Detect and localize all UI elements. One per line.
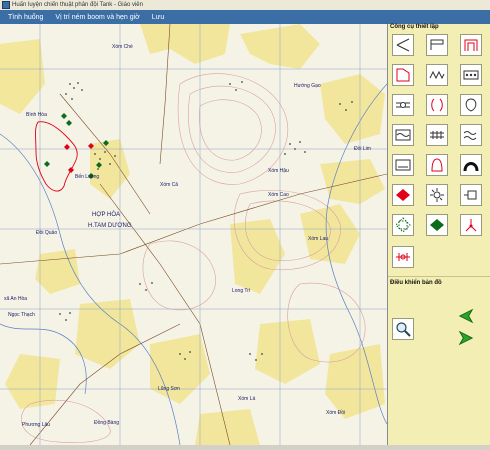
tool-zigzag[interactable] [426, 64, 448, 86]
map-label: xã An Hòa [4, 296, 27, 302]
ladder-icon [430, 131, 444, 139]
corner-flag-red-icon [396, 68, 410, 82]
green-diamond-marker[interactable] [61, 113, 67, 119]
map-view[interactable]: Bình Hòa Bến Luông HỢP HÒA H.TAM DƯƠNG Đ… [0, 24, 388, 445]
pan-left-button[interactable] [458, 308, 474, 324]
map-label: Xóm Hậu [268, 168, 289, 174]
tool-gear-unit[interactable] [426, 184, 448, 206]
green-diamond-marker[interactable] [66, 120, 72, 126]
tool-triangle-flag[interactable] [392, 34, 414, 56]
tool-line-circles[interactable] [392, 94, 414, 116]
map-label: Ngọc Thạch [8, 312, 35, 318]
tool-green-diamond[interactable] [426, 214, 448, 236]
gate-red-icon [464, 39, 478, 51]
exercise-area-outline[interactable] [35, 121, 78, 192]
map-label: H.TAM DƯƠNG [88, 223, 132, 229]
tool-bell-red[interactable] [426, 154, 448, 176]
loop-icon [465, 98, 477, 112]
crossed-line-red-icon [396, 253, 410, 261]
map-controls-title: Điều khiển bản đồ [390, 280, 442, 286]
triangle-flag-icon [396, 38, 410, 52]
menu-bar: Tình huống Vị trí ném boom và hẹn giờ Lư… [0, 10, 490, 24]
tool-tripod-red[interactable] [460, 214, 482, 236]
topographic-map[interactable]: Bình Hòa Bến Luông HỢP HÒA H.TAM DƯƠNG Đ… [0, 24, 387, 445]
map-label: Xóm Đồi [326, 410, 345, 416]
tool-wave-box[interactable] [392, 124, 414, 146]
dotted-square-icon [395, 217, 411, 233]
tool-box-line[interactable] [392, 154, 414, 176]
bracket-box-icon [464, 190, 477, 200]
map-label: Đồi Quảo [36, 230, 57, 236]
map-label: Xóm Cao [268, 192, 289, 198]
map-label: Hướng Gạo [294, 83, 321, 89]
map-vegetation [0, 24, 385, 445]
menu-bomb-position-timer[interactable]: Vị trí ném boom và hẹn giờ [55, 14, 139, 21]
tripod-red-icon [465, 219, 477, 232]
red-diamond-marker[interactable] [68, 167, 74, 173]
menu-save[interactable]: Lưu [152, 14, 164, 21]
tools-title: Công cụ thiết lập [390, 24, 439, 30]
tool-dots-box[interactable] [460, 64, 482, 86]
zoom-button[interactable] [392, 318, 414, 340]
map-label: Xóm Lau [308, 236, 328, 242]
tool-arch[interactable] [460, 154, 482, 176]
bell-red-icon [431, 158, 443, 172]
tool-corner-flag-red[interactable] [392, 64, 414, 86]
tool-gate-red[interactable] [460, 34, 482, 56]
map-label: Đồi Lim [354, 146, 371, 152]
red-diamond-icon [396, 189, 410, 201]
pan-right-button[interactable] [458, 330, 474, 346]
status-bar [0, 445, 490, 450]
map-label: Lũng Sơn [158, 386, 180, 392]
tool-bracket-box[interactable] [460, 184, 482, 206]
map-label: Đồng Bàng [94, 420, 119, 426]
map-label: Phương Lâu [22, 422, 50, 428]
tool-crossed-line-red[interactable] [392, 246, 414, 268]
map-label: Xóm Chè [112, 44, 133, 50]
wave-box-icon [395, 129, 411, 141]
arrow-right-icon [458, 330, 474, 346]
zoom-icon [396, 322, 411, 337]
box-line-icon [395, 159, 411, 171]
tool-loop[interactable] [460, 94, 482, 116]
window-titlebar: Huấn luyện chiến thuật phân đội Tank - G… [0, 0, 490, 10]
tool-red-diamond[interactable] [392, 184, 414, 206]
double-wave-icon [463, 131, 477, 140]
dots-box-icon [463, 70, 479, 80]
green-diamond-icon [430, 219, 444, 231]
map-label: Long Trì [232, 288, 251, 294]
arrow-left-icon [458, 308, 474, 324]
tool-panel: Công cụ thiết lập Điều khiển bản đồ [388, 24, 490, 445]
app-icon [2, 1, 10, 9]
map-label: Bình Hòa [26, 112, 47, 118]
map-label: Bến Luông [75, 174, 99, 180]
line-circles-icon [396, 102, 410, 108]
map-label: HỢP HÒA [92, 211, 120, 218]
green-diamond-marker[interactable] [44, 161, 50, 167]
tool-brackets-red[interactable] [426, 94, 448, 116]
panel-divider [388, 276, 490, 277]
map-label: Xóm Lá [238, 396, 255, 402]
tool-double-wave[interactable] [460, 124, 482, 146]
tool-flag[interactable] [426, 34, 448, 56]
tool-dotted-square[interactable] [392, 214, 414, 236]
map-label: Xóm Cả [160, 182, 178, 188]
gear-unit-icon [430, 188, 444, 202]
zigzag-icon [429, 70, 445, 80]
arch-icon [463, 162, 479, 172]
menu-scenario[interactable]: Tình huống [8, 14, 43, 21]
brackets-red-icon [431, 98, 443, 112]
tool-ladder[interactable] [426, 124, 448, 146]
flag-icon [430, 39, 444, 50]
window-title: Huấn luyện chiến thuật phân đội Tank - G… [12, 2, 143, 8]
